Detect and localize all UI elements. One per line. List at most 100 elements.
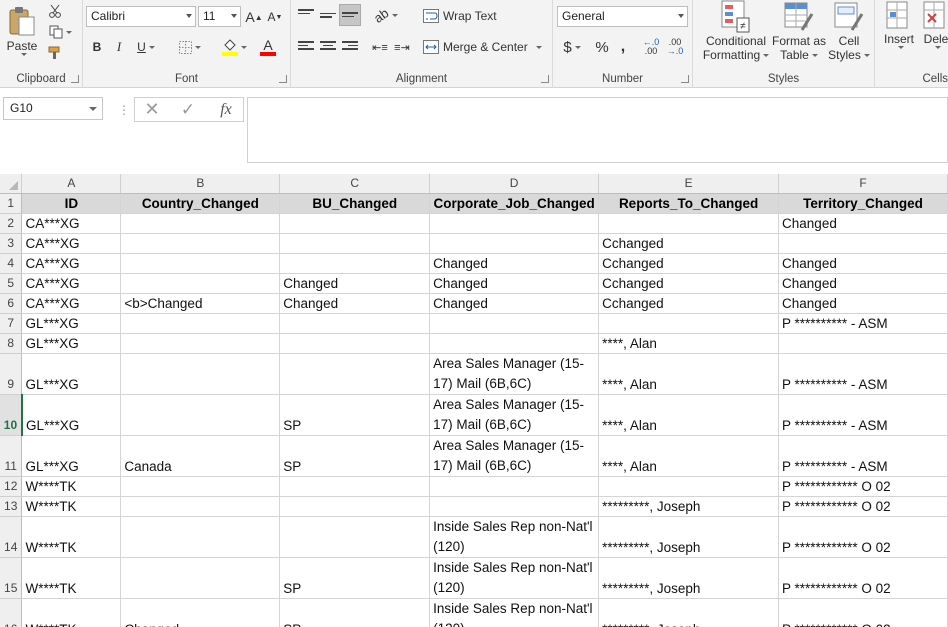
cell-a6[interactable]: CA***XG [21, 293, 122, 314]
cell-e2[interactable] [598, 213, 780, 234]
shrink-font-button[interactable]: A ▼ [266, 7, 284, 27]
cell-c4[interactable] [279, 253, 431, 274]
clipboard-launcher-icon[interactable] [71, 75, 79, 83]
row-header-9[interactable]: 9 [0, 353, 23, 395]
wrap-text-button[interactable]: Wrap Text [423, 5, 507, 27]
cell-d15[interactable]: Inside Sales Rep non-Nat'l (120) [429, 557, 600, 599]
decrease-decimal-button[interactable]: .00 →.0 [665, 36, 685, 58]
cell-c15[interactable]: SP [279, 557, 431, 599]
cell-e10[interactable]: ****, Alan [598, 394, 780, 436]
conditional-formatting-button[interactable]: ≠ Conditional Formatting [697, 0, 775, 70]
column-header-f[interactable]: F [778, 174, 948, 194]
cell-b13[interactable] [120, 496, 281, 517]
cell-b8[interactable] [120, 333, 281, 354]
row-header-10[interactable]: 10 [0, 394, 23, 436]
percent-button[interactable]: % [591, 36, 613, 58]
increase-decimal-button[interactable]: ←.0.00 [641, 36, 661, 58]
middle-align-button[interactable] [317, 4, 339, 26]
currency-button[interactable]: $ [558, 36, 586, 58]
cell-e11[interactable]: ****, Alan [598, 435, 780, 477]
cancel-entry-button[interactable]: ✕ [141, 99, 163, 120]
cell-b9[interactable] [120, 353, 281, 395]
cut-button[interactable] [46, 2, 64, 20]
cell-a15[interactable]: W****TK [21, 557, 122, 599]
cell-f16[interactable]: P ************ O 02 [778, 598, 948, 627]
comma-button[interactable]: , [615, 36, 631, 58]
font-color-button[interactable]: A [253, 35, 283, 59]
cell-b11[interactable]: Canada [120, 435, 281, 477]
insert-function-button[interactable]: fx [213, 99, 239, 120]
insert-button[interactable]: Insert [879, 0, 919, 66]
cell-f6[interactable]: Changed [778, 293, 948, 314]
number-launcher-icon[interactable] [681, 75, 689, 83]
cell-f9[interactable]: P ********** - ASM [778, 353, 948, 395]
cell-a4[interactable]: CA***XG [21, 253, 122, 274]
copy-button[interactable] [46, 23, 74, 41]
cell-a16[interactable]: W****TK [21, 598, 122, 627]
fill-color-button[interactable] [219, 35, 249, 59]
underline-button[interactable]: U [133, 37, 159, 57]
cell-c6[interactable]: Changed [279, 293, 431, 314]
cell-styles-button[interactable]: Cell Styles [827, 0, 871, 70]
cell-a9[interactable]: GL***XG [21, 353, 122, 395]
align-left-button[interactable] [295, 36, 317, 58]
cell-f15[interactable]: P ************ O 02 [778, 557, 948, 599]
cell-f5[interactable]: Changed [778, 273, 948, 294]
cell-a12[interactable]: W****TK [21, 476, 122, 497]
cell-b4[interactable] [120, 253, 281, 274]
row-header-16[interactable]: 16 [0, 598, 23, 627]
paste-button[interactable]: Paste [4, 2, 40, 58]
bold-button[interactable]: B [89, 37, 105, 57]
confirm-entry-button[interactable]: ✓ [177, 99, 199, 120]
cell-b5[interactable] [120, 273, 281, 294]
merge-center-button[interactable]: Merge & Center [423, 36, 547, 58]
cell-b16[interactable]: Changed [120, 598, 281, 627]
cell-c2[interactable] [279, 213, 431, 234]
cell-b6[interactable]: <b>Changed [120, 293, 281, 314]
delete-button[interactable]: Dele [921, 0, 948, 66]
cell-c9[interactable] [279, 353, 431, 395]
bottom-align-button[interactable] [339, 4, 361, 26]
italic-button[interactable]: I [111, 37, 127, 57]
row-header-1[interactable]: 1 [0, 193, 23, 214]
orientation-button[interactable]: ab [369, 4, 403, 26]
cell-b2[interactable] [120, 213, 281, 234]
cell-c5[interactable]: Changed [279, 273, 431, 294]
row-header-2[interactable]: 2 [0, 213, 23, 234]
select-all-corner[interactable] [0, 174, 23, 194]
cell-e3[interactable]: Cchanged [598, 233, 780, 254]
cell-f13[interactable]: P ************ O 02 [778, 496, 948, 517]
cell-d13[interactable] [429, 496, 600, 517]
cell-f8[interactable] [778, 333, 948, 354]
cell-d11[interactable]: Area Sales Manager (15-17) Mail (6B,6C) [429, 435, 600, 477]
cell-a10[interactable]: GL***XG [21, 394, 122, 436]
row-header-7[interactable]: 7 [0, 313, 23, 334]
font-size-combo[interactable]: 11 [198, 6, 241, 27]
cell-c3[interactable] [279, 233, 431, 254]
cell-c10[interactable]: SP [279, 394, 431, 436]
column-header-b[interactable]: B [120, 174, 281, 194]
cell-f12[interactable]: P ************ O 02 [778, 476, 948, 497]
cell-e4[interactable]: Cchanged [598, 253, 780, 274]
worksheet-grid[interactable]: A B C D E F 1 ID Country_Changed BU_Changed Corpor… [0, 174, 948, 627]
number-format-combo[interactable]: General [557, 6, 688, 27]
cell-c8[interactable] [279, 333, 431, 354]
name-box[interactable]: G10 [3, 97, 103, 120]
cell-a1[interactable]: ID [21, 193, 122, 214]
cell-f11[interactable]: P ********** - ASM [778, 435, 948, 477]
cell-b3[interactable] [120, 233, 281, 254]
row-header-6[interactable]: 6 [0, 293, 23, 314]
cell-d5[interactable]: Changed [429, 273, 600, 294]
row-header-4[interactable]: 4 [0, 253, 23, 274]
cell-e15[interactable]: *********, Joseph [598, 557, 780, 599]
format-as-table-button[interactable]: Format as Table [771, 0, 827, 70]
cell-c14[interactable] [279, 516, 431, 558]
cell-b15[interactable] [120, 557, 281, 599]
cell-e8[interactable]: ****, Alan [598, 333, 780, 354]
cell-d12[interactable] [429, 476, 600, 497]
align-center-button[interactable] [317, 36, 339, 58]
cell-e16[interactable]: *********, Joseph [598, 598, 780, 627]
row-header-15[interactable]: 15 [0, 557, 23, 599]
cell-d8[interactable] [429, 333, 600, 354]
cell-a13[interactable]: W****TK [21, 496, 122, 517]
